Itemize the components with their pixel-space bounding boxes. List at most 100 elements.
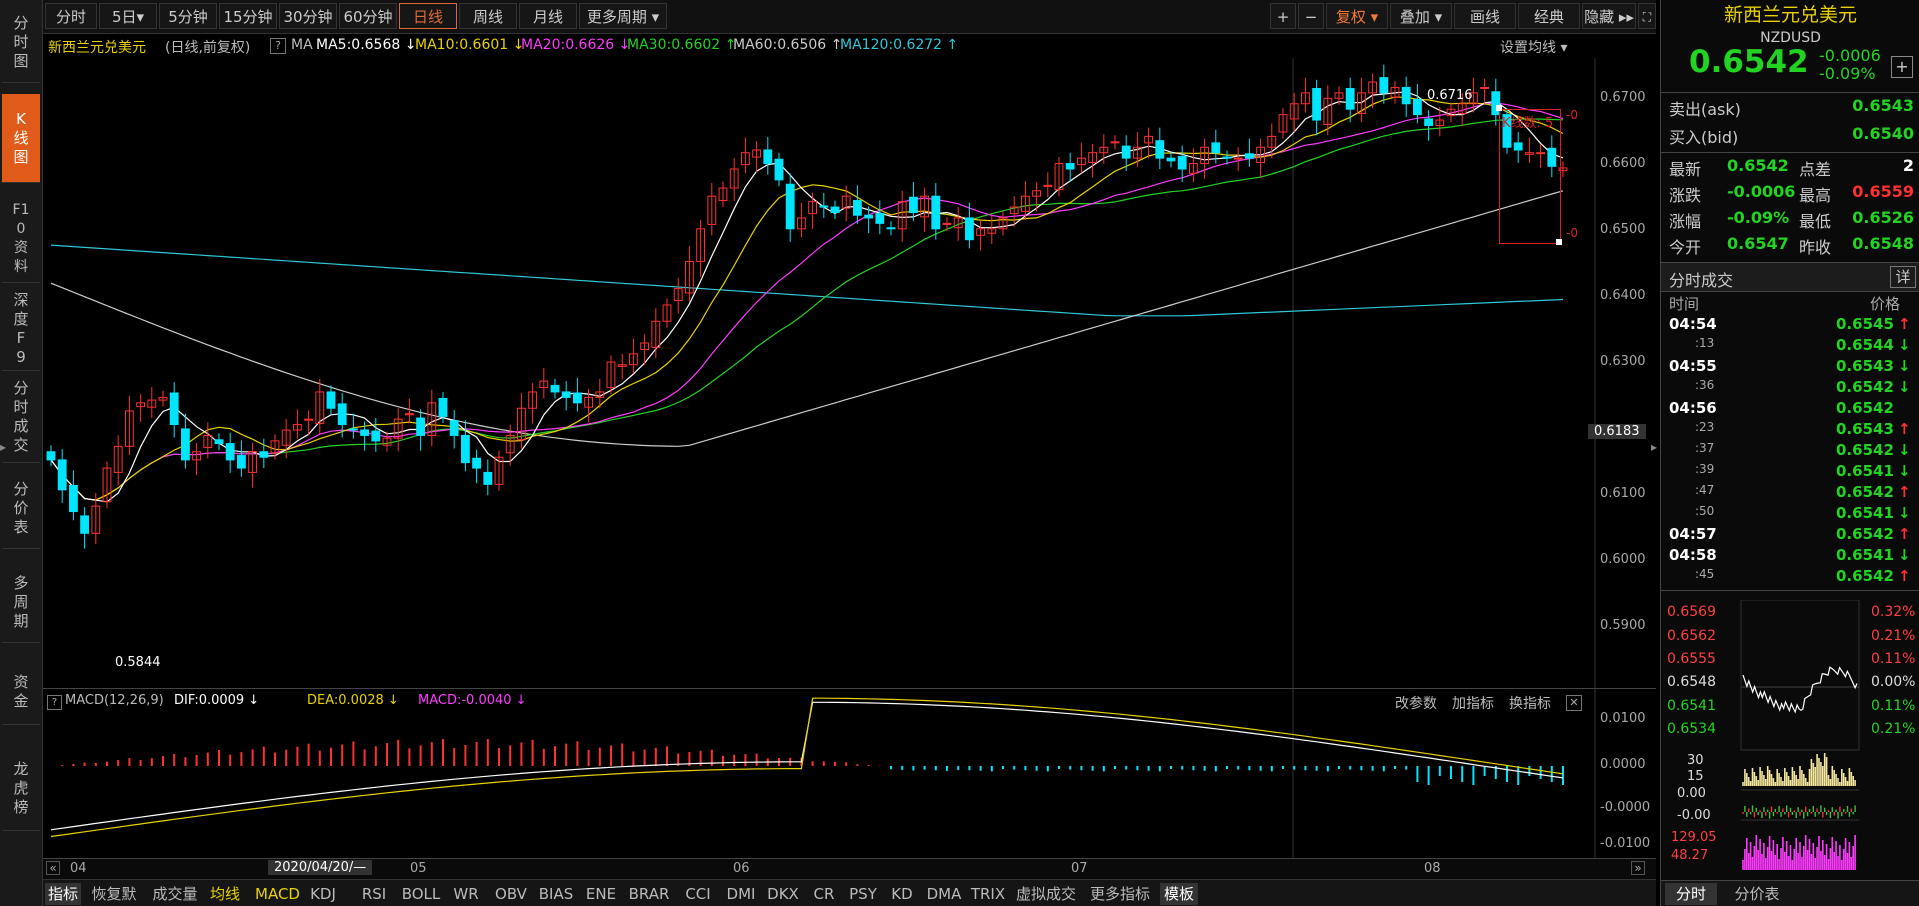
indicator-tab[interactable]: KD bbox=[886, 883, 918, 905]
ticks-title: 分时成交 bbox=[1669, 271, 1734, 290]
indicator-tab[interactable]: DKX bbox=[764, 883, 802, 905]
indicator-tab[interactable]: 恢复默认 bbox=[85, 883, 143, 905]
indicator-tab[interactable]: BIAS bbox=[535, 883, 577, 905]
nav-timeshare[interactable]: 分时图 bbox=[2, 2, 40, 83]
tick-direction-icon: ↑ bbox=[1898, 315, 1911, 333]
mini-vol-tick: 30 bbox=[1687, 753, 1704, 768]
box-handle[interactable] bbox=[1556, 239, 1562, 245]
macd-value: MACD:-0.0040 ↓ bbox=[418, 693, 527, 708]
tick-time: 04:55 bbox=[1669, 357, 1717, 375]
macd-help-icon[interactable]: ? bbox=[47, 695, 62, 710]
period-5day[interactable]: 5日▾ bbox=[99, 3, 157, 29]
indicator-tab[interactable]: MACD bbox=[255, 883, 300, 905]
period-weekly[interactable]: 周线 bbox=[459, 3, 517, 29]
overlay-dropdown[interactable]: 叠加 ▾ bbox=[1390, 3, 1452, 29]
mini-tab-timeshare[interactable]: 分时 bbox=[1665, 883, 1717, 905]
collapse-right-icon[interactable]: ▸ bbox=[1651, 440, 1659, 460]
tick-price: 0.6545 bbox=[1836, 315, 1894, 333]
candle bbox=[763, 136, 773, 175]
indicator-tab[interactable]: KDJ bbox=[301, 883, 345, 905]
nav-kline[interactable]: K线图 bbox=[2, 94, 40, 183]
quote-change: -0.0006 bbox=[1819, 46, 1881, 65]
period-60min[interactable]: 60分钟 bbox=[339, 3, 397, 29]
mini-pct-tick: 0.21% bbox=[1871, 721, 1916, 737]
indicator-tab[interactable]: DMA bbox=[923, 883, 965, 905]
tick-direction-icon: ↑ bbox=[1898, 525, 1911, 543]
zoom-in-button[interactable]: + bbox=[1270, 3, 1296, 29]
ticks-detail-button[interactable]: 详 bbox=[1890, 266, 1916, 288]
collapse-left-icon[interactable]: ▸ bbox=[0, 440, 8, 460]
quote-stat-row: 最新 0.6542 点差 2 bbox=[1669, 156, 1914, 180]
mini-tab-price-table[interactable]: 分价表 bbox=[1723, 883, 1791, 905]
candle bbox=[225, 432, 235, 473]
indicator-tab[interactable]: 虚拟成交量 bbox=[1012, 883, 1080, 905]
indicator-tab[interactable]: 均线 bbox=[205, 883, 245, 905]
fullscreen-icon[interactable]: ⛶ bbox=[1638, 3, 1656, 29]
kline-chart[interactable] bbox=[43, 58, 1656, 878]
indicator-tab[interactable]: 成交量 bbox=[150, 883, 200, 905]
tick-time: :39 bbox=[1695, 462, 1715, 476]
add-watchlist-icon[interactable]: + bbox=[1891, 56, 1913, 78]
period-timeshare[interactable]: 分时 bbox=[45, 3, 97, 29]
edit-params-button[interactable]: 改参数 bbox=[1395, 693, 1437, 713]
nav-depth[interactable]: 深度F9 bbox=[2, 288, 40, 371]
indicator-tab[interactable]: 模板 bbox=[1160, 883, 1198, 905]
ma5-line bbox=[50, 91, 1564, 503]
period-monthly[interactable]: 月线 bbox=[519, 3, 577, 29]
hide-button[interactable]: 隐藏 ▸▸ bbox=[1582, 3, 1636, 29]
draw-line-button[interactable]: 画线 bbox=[1454, 3, 1516, 29]
candle bbox=[102, 461, 112, 509]
tick-time: :23 bbox=[1695, 420, 1715, 434]
period-15min[interactable]: 15分钟 bbox=[219, 3, 277, 29]
switch-indicator-button[interactable]: 换指标 bbox=[1509, 693, 1551, 713]
indicator-tab[interactable]: BOLL bbox=[400, 883, 442, 905]
period-daily[interactable]: 日线 bbox=[399, 3, 457, 29]
nav-multi-period[interactable]: 多周期 bbox=[2, 562, 40, 643]
classic-button[interactable]: 经典 bbox=[1518, 3, 1580, 29]
period-5min[interactable]: 5分钟 bbox=[159, 3, 217, 29]
indicator-tab[interactable]: TRIX bbox=[969, 883, 1007, 905]
nav-dragon-tiger[interactable]: 龙虎榜 bbox=[2, 746, 40, 831]
tick-time: :13 bbox=[1695, 336, 1715, 350]
panel-divider[interactable] bbox=[43, 688, 1656, 689]
indicator-tab[interactable]: PSY bbox=[845, 883, 881, 905]
macd-y-tick: -0.0000 bbox=[1600, 800, 1651, 815]
candle bbox=[236, 440, 246, 477]
indicator-tab[interactable]: CCI bbox=[678, 883, 718, 905]
indicator-tab[interactable]: WR bbox=[446, 883, 486, 905]
indicator-tab[interactable]: BRAR bbox=[626, 883, 672, 905]
candle bbox=[774, 152, 784, 187]
close-indicator-icon[interactable]: ✕ bbox=[1566, 695, 1582, 711]
nav-funds[interactable]: 资金 bbox=[2, 660, 40, 725]
indicator-tab[interactable]: RSI bbox=[355, 883, 393, 905]
scroll-left-icon[interactable]: « bbox=[46, 861, 60, 875]
indicator-tab[interactable]: 更多指标 bbox=[1086, 883, 1154, 905]
more-periods-dropdown[interactable]: 更多周期 ▾ bbox=[579, 3, 667, 29]
nav-f10[interactable]: F10资料 bbox=[2, 196, 40, 283]
help-icon[interactable]: ? bbox=[270, 38, 286, 54]
set-ma-dropdown[interactable]: 设置均线 ▾ bbox=[1500, 37, 1567, 57]
indicator-tab[interactable]: 指标 bbox=[45, 883, 81, 905]
indicator-tab[interactable]: ENE bbox=[582, 883, 620, 905]
indicator-tab[interactable]: OBV bbox=[492, 883, 530, 905]
tick-price: 0.6543 bbox=[1836, 420, 1894, 438]
indicator-tab[interactable]: DMI bbox=[723, 883, 759, 905]
candle bbox=[1054, 157, 1064, 197]
indicator-tab[interactable]: CR bbox=[807, 883, 841, 905]
candle bbox=[718, 181, 728, 208]
candle bbox=[449, 409, 459, 449]
candle bbox=[550, 378, 560, 399]
macd-y-tick: 0.0000 bbox=[1600, 757, 1646, 772]
zoom-out-button[interactable]: − bbox=[1298, 3, 1324, 29]
nav-price-table[interactable]: 分价表 bbox=[2, 468, 40, 549]
tick-direction-icon: ↓ bbox=[1898, 504, 1911, 522]
candle bbox=[1144, 127, 1154, 159]
box-handle[interactable] bbox=[1496, 105, 1502, 111]
scroll-right-icon[interactable]: » bbox=[1631, 861, 1645, 875]
candle bbox=[628, 338, 638, 374]
adjust-dropdown[interactable]: 复权 ▾ bbox=[1326, 3, 1388, 29]
period-30min[interactable]: 30分钟 bbox=[279, 3, 337, 29]
add-indicator-button[interactable]: 加指标 bbox=[1452, 693, 1494, 713]
candle bbox=[416, 409, 426, 451]
ma10-value: MA10:0.6601 ↓ bbox=[415, 37, 525, 53]
